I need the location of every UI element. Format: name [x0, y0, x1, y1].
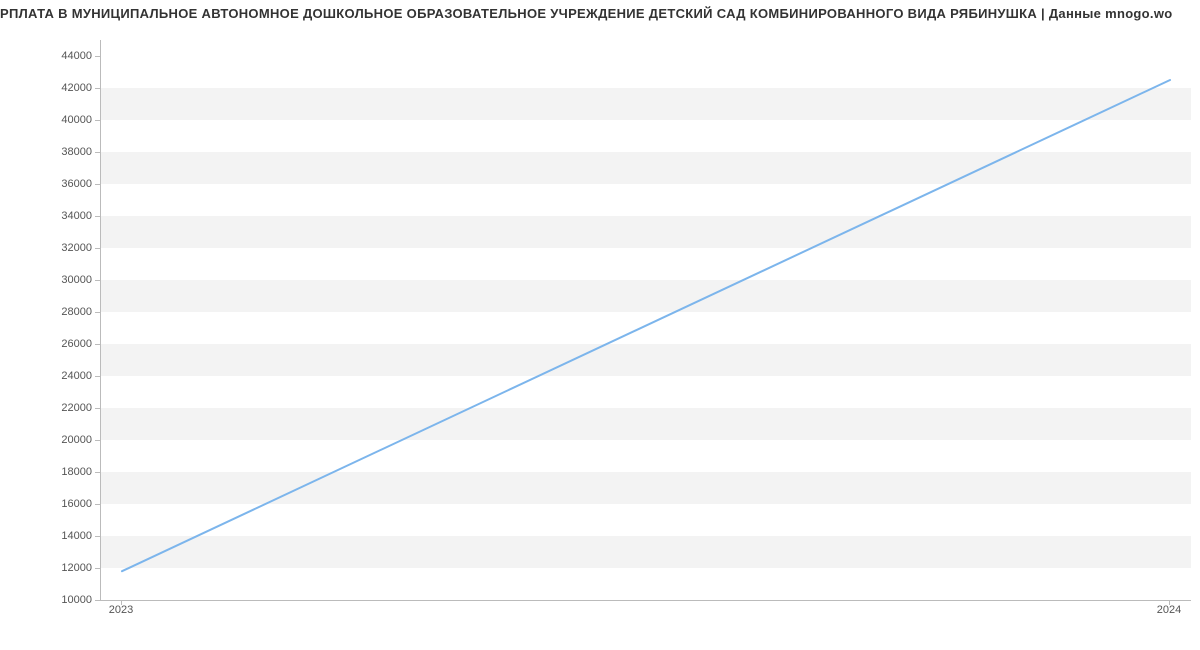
y-tick-mark: [95, 376, 100, 377]
x-tick-mark: [1169, 600, 1170, 605]
y-tick-label: 38000: [12, 146, 92, 158]
y-tick-mark: [95, 568, 100, 569]
y-tick-mark: [95, 120, 100, 121]
y-tick-mark: [95, 344, 100, 345]
y-tick-label: 30000: [12, 274, 92, 286]
y-tick-label: 36000: [12, 178, 92, 190]
x-tick-label: 2024: [1157, 604, 1181, 616]
y-tick-mark: [95, 312, 100, 313]
y-tick-mark: [95, 408, 100, 409]
y-tick-mark: [95, 56, 100, 57]
y-tick-mark: [95, 600, 100, 601]
y-tick-label: 24000: [12, 370, 92, 382]
y-tick-label: 14000: [12, 530, 92, 542]
y-tick-mark: [95, 440, 100, 441]
line-layer: [101, 40, 1191, 600]
y-tick-label: 42000: [12, 82, 92, 94]
y-tick-label: 18000: [12, 466, 92, 478]
y-tick-mark: [95, 88, 100, 89]
y-tick-label: 34000: [12, 210, 92, 222]
y-tick-mark: [95, 184, 100, 185]
y-tick-mark: [95, 536, 100, 537]
y-tick-label: 10000: [12, 594, 92, 606]
y-tick-label: 32000: [12, 242, 92, 254]
series-line: [122, 80, 1170, 571]
y-tick-mark: [95, 216, 100, 217]
y-tick-mark: [95, 152, 100, 153]
y-tick-label: 44000: [12, 50, 92, 62]
y-tick-label: 22000: [12, 402, 92, 414]
x-tick-mark: [121, 600, 122, 605]
plot-area: [100, 40, 1191, 601]
y-tick-mark: [95, 504, 100, 505]
y-tick-mark: [95, 472, 100, 473]
y-tick-label: 28000: [12, 306, 92, 318]
chart-title: РПЛАТА В МУНИЦИПАЛЬНОЕ АВТОНОМНОЕ ДОШКОЛ…: [0, 6, 1200, 21]
y-tick-label: 20000: [12, 434, 92, 446]
y-tick-mark: [95, 248, 100, 249]
y-tick-label: 26000: [12, 338, 92, 350]
y-tick-label: 16000: [12, 498, 92, 510]
y-tick-label: 12000: [12, 562, 92, 574]
y-tick-mark: [95, 280, 100, 281]
x-tick-label: 2023: [109, 604, 133, 616]
y-tick-label: 40000: [12, 114, 92, 126]
